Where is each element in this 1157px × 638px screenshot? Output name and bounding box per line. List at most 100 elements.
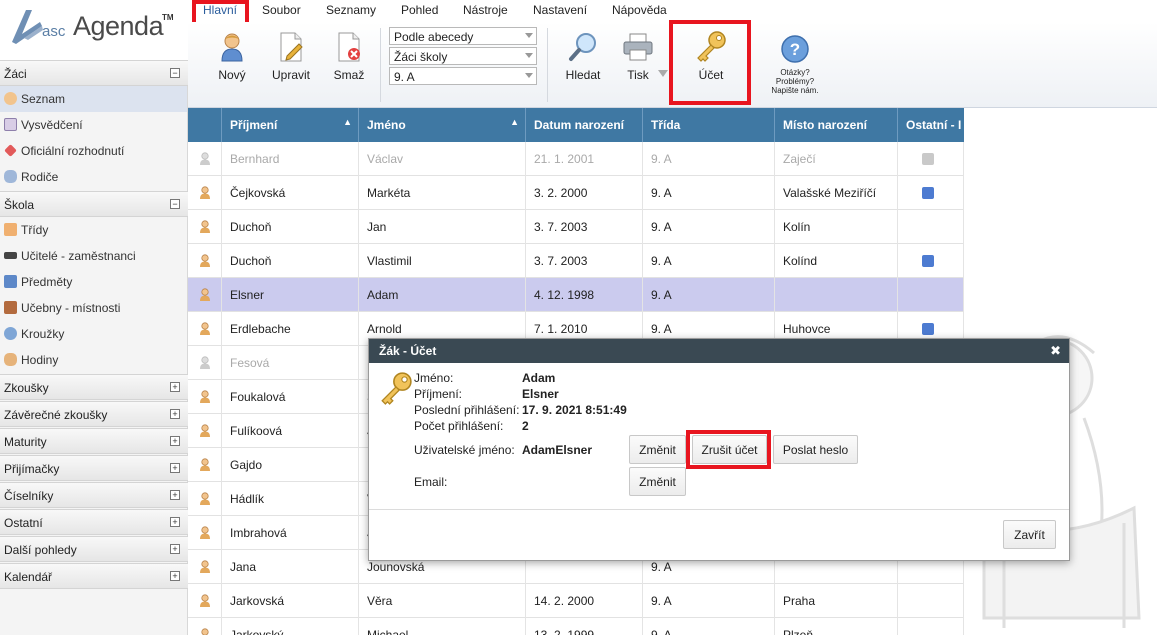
edit-label: Upravit <box>271 68 310 82</box>
sidebar-section-maturity[interactable]: Maturity + <box>0 428 188 454</box>
expand-icon[interactable]: + <box>170 517 180 527</box>
sidebar-item-krouzky[interactable]: Kroužky <box>0 321 187 347</box>
sidebar-section-zaci[interactable]: Žáci − <box>0 60 188 86</box>
expand-icon[interactable]: + <box>170 382 180 392</box>
sidebar-item-vysvedceni[interactable]: Vysvědčení <box>0 112 187 138</box>
group-select[interactable]: Žáci školy <box>389 47 537 65</box>
cell-class: 9. A <box>643 618 775 635</box>
column-header-surname[interactable]: Příjmení ▲ <box>222 108 359 142</box>
table-row[interactable]: Duchoň Vlastimil 3. 7. 2003 9. A Kolínd <box>188 244 964 278</box>
search-button[interactable]: Hledat <box>562 32 604 82</box>
cell-surname: Fulíkoová <box>222 414 359 448</box>
cell-other <box>898 142 964 176</box>
sidebar-section-dalsi-pohledy[interactable]: Další pohledy + <box>0 536 188 562</box>
cell-name: Věra <box>359 584 526 618</box>
sidebar-item-oficialni-rozhodnuti[interactable]: Oficiální rozhodnutí <box>0 138 187 164</box>
contact-info-icon[interactable] <box>922 255 934 267</box>
column-header-label: Příjmení <box>230 118 278 132</box>
table-row[interactable]: Bernhard Václav 21. 1. 2001 9. A Zaječí <box>188 142 964 176</box>
expand-icon[interactable]: + <box>170 409 180 419</box>
close-icon[interactable]: ✖ <box>1050 343 1061 359</box>
expand-icon[interactable]: + <box>170 544 180 554</box>
help-line-3: Napište nám. <box>771 86 819 95</box>
edit-button[interactable]: Upravit <box>270 32 312 82</box>
parents-icon <box>4 170 17 183</box>
student-icon <box>199 356 211 369</box>
table-row[interactable]: Elsner Adam 4. 12. 1998 9. A <box>188 278 964 312</box>
column-header-other[interactable]: Ostatní - I <box>898 108 964 142</box>
cell-other <box>898 176 964 210</box>
tab-hlavni[interactable]: Hlavní <box>203 3 237 17</box>
contact-info-icon[interactable] <box>922 153 934 165</box>
sidebar-section-title: Maturity <box>4 435 47 449</box>
cell-icon <box>188 176 222 210</box>
print-dropdown-icon[interactable] <box>658 70 668 77</box>
change-username-button[interactable]: Změnit <box>629 435 686 464</box>
cell-name: Michael <box>359 618 526 635</box>
send-password-button[interactable]: Poslat heslo <box>773 435 858 464</box>
sidebar-section-zaverecne-zkousky[interactable]: Závěrečné zkoušky + <box>0 401 188 427</box>
cell-dob: 4. 12. 1998 <box>526 278 643 312</box>
cell-icon <box>188 414 222 448</box>
close-dialog-button[interactable]: Zavřít <box>1003 520 1056 549</box>
sidebar-section-ostatni[interactable]: Ostatní + <box>0 509 188 535</box>
cell-class: 9. A <box>643 142 775 176</box>
sidebar-item-tridy[interactable]: Třídy <box>0 217 187 243</box>
print-button[interactable]: Tisk <box>620 32 656 82</box>
column-header-class[interactable]: Třída <box>643 108 775 142</box>
tab-soubor[interactable]: Soubor <box>262 3 301 17</box>
sidebar-item-rodice[interactable]: Rodiče <box>0 164 187 190</box>
table-row[interactable]: Čejkovská Markéta 3. 2. 2000 9. A Valašské M… <box>188 176 964 210</box>
first-name-label: Jméno: <box>414 371 454 385</box>
sidebar-section-zkousky[interactable]: Zkoušky + <box>0 374 188 400</box>
sidebar-section-kalendar[interactable]: Kalendář + <box>0 563 188 589</box>
sidebar-item-predmety[interactable]: Předměty <box>0 269 187 295</box>
cell-surname: Gajdo <box>222 448 359 482</box>
cell-class: 9. A <box>643 176 775 210</box>
expand-icon[interactable]: + <box>170 571 180 581</box>
sort-select[interactable]: Podle abecedy <box>389 27 537 45</box>
account-button[interactable]: Účet <box>685 30 737 82</box>
collapse-icon[interactable]: − <box>170 199 180 209</box>
column-header-place[interactable]: Místo narození <box>775 108 898 142</box>
new-button[interactable]: Nový <box>214 32 250 82</box>
sidebar-section-skola[interactable]: Škola − <box>0 191 188 217</box>
column-header-name[interactable]: Jméno ▲ <box>359 108 526 142</box>
delete-button[interactable]: Smaž <box>331 32 367 82</box>
sidebar-section-title: Ostatní <box>4 516 43 530</box>
tab-nastaveni[interactable]: Nastavení <box>533 3 587 17</box>
student-icon <box>199 254 211 267</box>
cell-icon <box>188 142 222 176</box>
column-header-dob[interactable]: Datum narození <box>526 108 643 142</box>
sidebar-section-prijimacky[interactable]: Přijímačky + <box>0 455 188 481</box>
table-row[interactable]: Jarkovský Michael 13. 2. 1999 9. A Plzeň <box>188 618 964 635</box>
cell-icon <box>188 482 222 516</box>
tab-napoveda[interactable]: Nápověda <box>612 3 667 17</box>
cancel-account-button[interactable]: Zrušit účet <box>692 435 767 464</box>
printer-icon <box>623 33 653 61</box>
expand-icon[interactable]: + <box>170 436 180 446</box>
tab-seznamy[interactable]: Seznamy <box>326 3 376 17</box>
chevron-down-icon <box>525 73 533 78</box>
new-label: Nový <box>218 68 246 82</box>
sidebar-item-ucebny[interactable]: Učebny - místnosti <box>0 295 187 321</box>
sidebar-item-seznam[interactable]: Seznam <box>0 86 187 112</box>
table-row[interactable]: Jarkovská Věra 14. 2. 2000 9. A Praha <box>188 584 964 618</box>
delete-document-icon <box>338 32 360 62</box>
change-email-button[interactable]: Změnit <box>629 467 686 496</box>
tab-nastroje[interactable]: Nástroje <box>463 3 508 17</box>
contact-info-icon[interactable] <box>922 187 934 199</box>
cell-place: Zaječí <box>775 142 898 176</box>
expand-icon[interactable]: + <box>170 490 180 500</box>
ribbon-separator <box>547 28 548 102</box>
sidebar-item-ucitele[interactable]: Učitelé - zaměstnanci <box>0 243 187 269</box>
help-button[interactable]: ? Otázky? Problémy? Napište nám. <box>768 34 822 95</box>
class-select[interactable]: 9. A <box>389 67 537 85</box>
collapse-icon[interactable]: − <box>170 68 180 78</box>
sidebar-section-ciselniky[interactable]: Číselníky + <box>0 482 188 508</box>
sidebar-item-hodiny[interactable]: Hodiny <box>0 347 187 373</box>
expand-icon[interactable]: + <box>170 463 180 473</box>
student-icon <box>199 458 211 471</box>
tab-pohled[interactable]: Pohled <box>401 3 438 17</box>
table-row[interactable]: Duchoň Jan 3. 7. 2003 9. A Kolín <box>188 210 964 244</box>
